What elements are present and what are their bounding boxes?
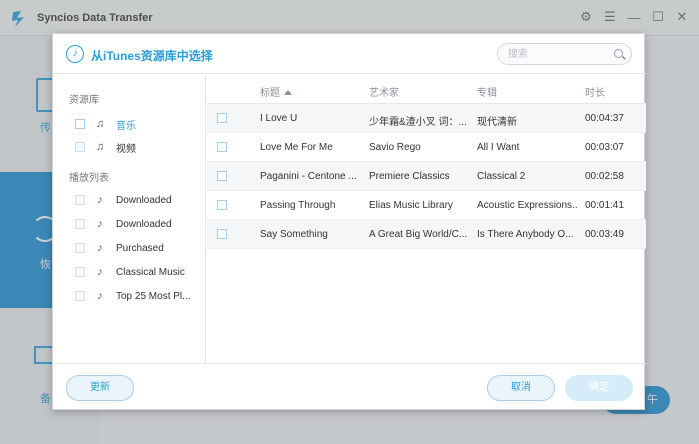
checkbox[interactable] xyxy=(75,267,85,277)
cell-album: Acoustic Expressions... xyxy=(477,200,577,211)
sort-ascending-icon xyxy=(284,89,292,95)
playlist-item-label: Classical Music xyxy=(116,266,185,278)
playlist-icon: ♪ xyxy=(97,266,103,278)
playlist-icon: ♪ xyxy=(97,194,103,206)
cell-title: Passing Through xyxy=(260,200,336,211)
checkbox[interactable] xyxy=(75,142,85,152)
playlist-item-label: Purchased xyxy=(116,242,164,254)
column-header-title[interactable]: 标题 xyxy=(260,84,292,99)
cell-title: Love Me For Me xyxy=(260,142,333,153)
confirm-button[interactable]: 确定 xyxy=(565,375,633,401)
track-table: 标题 艺术家 专辑 时长 I Love U 少年霜&渣小叉 词：... 现代清新… xyxy=(207,75,646,363)
table-row[interactable]: Say Something A Great Big World/C... Is … xyxy=(207,220,646,249)
dialog-title: 从iTunes资源库中选择 xyxy=(91,49,213,63)
cell-album: Is There Anybody O... xyxy=(477,229,574,240)
playlist-item-label: Top 25 Most Pl... xyxy=(116,290,191,302)
source-panel: 资源库 ♫ 音乐 ♫ 视频 播放列表 ♪ Downloaded ♪ Downlo… xyxy=(53,75,206,363)
checkbox[interactable] xyxy=(75,243,85,253)
playlist-item-label: Downloaded xyxy=(116,218,172,230)
table-header: 标题 艺术家 专辑 时长 xyxy=(207,75,646,104)
table-row[interactable]: I Love U 少年霜&渣小叉 词：... 现代清新 00:04:37 xyxy=(207,104,646,133)
table-row[interactable]: Love Me For Me Savio Rego All I Want 00:… xyxy=(207,133,646,162)
cell-duration: 00:01:41 xyxy=(585,200,624,211)
music-note-icon: ♫ xyxy=(95,141,105,153)
checkbox[interactable] xyxy=(217,229,227,239)
checkbox[interactable] xyxy=(75,195,85,205)
cell-title: Say Something xyxy=(260,229,328,240)
checkbox[interactable] xyxy=(217,200,227,210)
music-note-icon: ♫ xyxy=(95,118,105,130)
itunes-library-dialog: ♪ 从iTunes资源库中选择 资源库 ♫ 音乐 ♫ 视频 播放列表 ♪ Dow… xyxy=(52,33,646,411)
playlist-item[interactable]: ♪ Downloaded xyxy=(75,215,200,233)
column-header-duration[interactable]: 时长 xyxy=(585,84,605,99)
column-header-artist[interactable]: 艺术家 xyxy=(369,84,399,99)
refresh-button[interactable]: 更新 xyxy=(66,375,134,401)
cell-duration: 00:03:49 xyxy=(585,229,624,240)
playlist-item[interactable]: ♪ Classical Music xyxy=(75,263,200,281)
playlist-icon: ♪ xyxy=(97,290,103,302)
library-section-label: 资源库 xyxy=(69,95,99,106)
checkbox[interactable] xyxy=(75,119,85,129)
column-header-label: 标题 xyxy=(260,88,280,99)
dialog-footer: 更新 取消 确定 xyxy=(53,363,646,411)
cell-title: I Love U xyxy=(260,113,298,124)
playlist-item[interactable]: ♪ Top 25 Most Pl... xyxy=(75,287,200,305)
library-item-label: 视频 xyxy=(116,143,136,155)
cell-duration: 00:02:58 xyxy=(585,171,624,182)
dialog-header: ♪ 从iTunes资源库中选择 xyxy=(53,34,646,74)
checkbox[interactable] xyxy=(75,219,85,229)
music-note-icon: ♪ xyxy=(66,45,84,63)
cell-artist: A Great Big World/C... xyxy=(369,229,468,240)
column-header-album[interactable]: 专辑 xyxy=(477,84,497,99)
cell-artist: Premiere Classics xyxy=(369,171,450,182)
playlist-icon: ♪ xyxy=(97,218,103,230)
cancel-button[interactable]: 取消 xyxy=(487,375,555,401)
cell-duration: 00:04:37 xyxy=(585,113,624,124)
playlist-section-label: 播放列表 xyxy=(69,173,109,184)
playlist-item[interactable]: ♪ Purchased xyxy=(75,239,200,257)
cell-title: Paganini - Centone ... xyxy=(260,171,357,182)
playlist-item[interactable]: ♪ Downloaded xyxy=(75,191,200,209)
table-row[interactable]: Passing Through Elias Music Library Acou… xyxy=(207,191,646,220)
cell-artist: Elias Music Library xyxy=(369,200,453,211)
cell-artist: 少年霜&渣小叉 词：... xyxy=(369,117,467,128)
search-icon[interactable] xyxy=(614,49,623,58)
cell-album: Classical 2 xyxy=(477,171,526,182)
cell-album: All I Want xyxy=(477,142,520,153)
library-item-video[interactable]: ♫ 视频 xyxy=(75,138,200,156)
checkbox[interactable] xyxy=(217,171,227,181)
cell-artist: Savio Rego xyxy=(369,142,421,153)
cell-album: 现代清新 xyxy=(477,117,517,128)
checkbox[interactable] xyxy=(217,142,227,152)
library-item-music[interactable]: ♫ 音乐 xyxy=(75,115,200,133)
table-row[interactable]: Paganini - Centone ... Premiere Classics… xyxy=(207,162,646,191)
search-input[interactable] xyxy=(508,47,608,61)
search-box[interactable] xyxy=(497,43,632,65)
playlist-icon: ♪ xyxy=(97,242,103,254)
cell-duration: 00:03:07 xyxy=(585,142,624,153)
library-item-label: 音乐 xyxy=(116,120,136,132)
playlist-item-label: Downloaded xyxy=(116,194,172,206)
checkbox[interactable] xyxy=(75,291,85,301)
checkbox[interactable] xyxy=(217,113,227,123)
